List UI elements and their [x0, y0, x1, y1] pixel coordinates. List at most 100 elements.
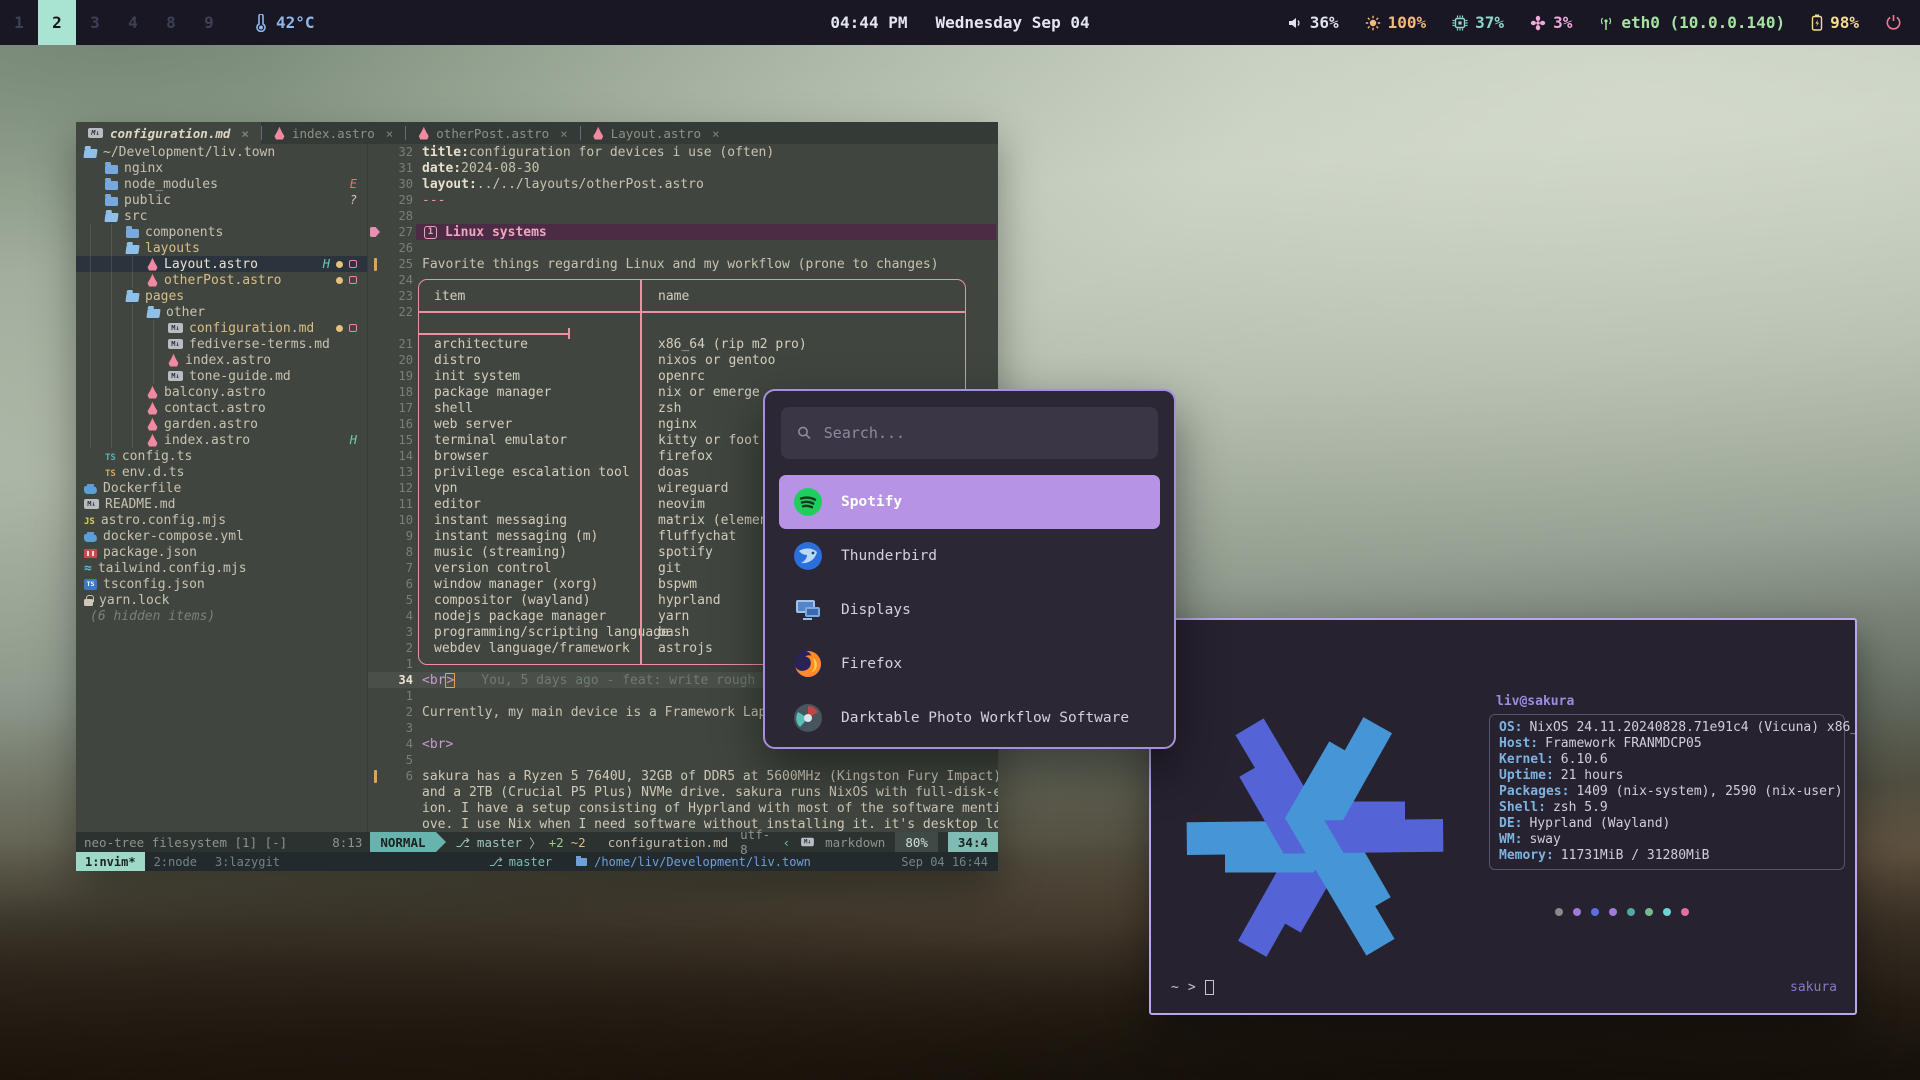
buffer-line[interactable]: 30layout: ../../layouts/otherPost.astro [368, 176, 998, 192]
buffer-line[interactable]: ion. I have a setup consisting of Hyprla… [368, 800, 998, 816]
workspace-8[interactable]: 8 [152, 0, 190, 45]
tab-close-icon[interactable]: × [241, 126, 249, 141]
tree-item-env.d.ts[interactable]: env.d.ts [76, 464, 367, 480]
tab-close-icon[interactable]: × [560, 126, 568, 141]
fetch-line: Host:Framework FRANMDCP05 [1499, 736, 1835, 752]
launcher-item-spotify[interactable]: Spotify [779, 475, 1160, 529]
tree-item-node-modules[interactable]: node_modulesE [76, 176, 367, 192]
workspace-9[interactable]: 9 [190, 0, 228, 45]
buffer-line[interactable]: 28 [368, 208, 998, 224]
tree-item-pages[interactable]: pages [76, 288, 367, 304]
astro-icon [147, 386, 158, 399]
launcher-search[interactable] [781, 407, 1158, 459]
tree-item-README.md[interactable]: README.md [76, 496, 367, 512]
indent-guide [90, 288, 105, 304]
search-input[interactable] [824, 424, 1142, 442]
tab-otherPost.astro[interactable]: otherPost.astro× [406, 122, 579, 144]
gpu-module[interactable]: 3% [1530, 13, 1572, 32]
tab-Layout.astro[interactable]: Layout.astro× [581, 122, 732, 144]
tree-item-index.astro[interactable]: index.astro [76, 352, 367, 368]
buffer-line[interactable]: 20distronixos or gentoo [368, 352, 998, 368]
tree-item-otherPost.astro[interactable]: otherPost.astro [76, 272, 367, 288]
tree-item-config.ts[interactable]: config.ts [76, 448, 367, 464]
tree-item-tone-guide.md[interactable]: tone-guide.md [76, 368, 367, 384]
tree-item-balcony.astro[interactable]: balcony.astro [76, 384, 367, 400]
buffer-line[interactable]: 29--- [368, 192, 998, 208]
buffer-line[interactable]: ove. I use Nix when I need software with… [368, 816, 998, 832]
indent-guide [132, 368, 147, 384]
workspace-1[interactable]: 1 [0, 0, 38, 45]
power-button[interactable] [1885, 14, 1902, 31]
shell-prompt[interactable]: ~ > [1171, 980, 1214, 995]
tree-item-public[interactable]: public? [76, 192, 367, 208]
tree-item-tsconfig.json[interactable]: tsconfig.json [76, 576, 367, 592]
buffer-line[interactable]: 19init systemopenrc [368, 368, 998, 384]
buffer-line[interactable]: 5 [368, 752, 998, 768]
buffer-line[interactable]: 32title: configuration for devices i use… [368, 144, 998, 160]
network-module[interactable]: eth0 (10.0.0.140) [1598, 13, 1785, 32]
tree-item-index.astro[interactable]: index.astroH [76, 432, 367, 448]
buffer-line[interactable]: 25Favorite things regarding Linux and my… [368, 256, 998, 272]
tree-item-configuration.md[interactable]: configuration.md [76, 320, 367, 336]
buffer-line[interactable]: 26 [368, 240, 998, 256]
tree-item-contact.astro[interactable]: contact.astro [76, 400, 367, 416]
indent-guide [111, 240, 126, 256]
tree-item-garden.astro[interactable]: garden.astro [76, 416, 367, 432]
volume-module[interactable]: 36% [1287, 13, 1339, 32]
tree-item-astro.config.mjs[interactable]: astro.config.mjs [76, 512, 367, 528]
tree-item-Layout.astro[interactable]: Layout.astroH [76, 256, 367, 272]
tmux-window-1:nvim*[interactable]: 1:nvim* [76, 852, 145, 871]
tree-item-fediverse-terms.md[interactable]: fediverse-terms.md [76, 336, 367, 352]
buffer-line[interactable]: 6sakura has a Ryzen 5 7640U, 32GB of DDR… [368, 768, 998, 784]
workspace-2[interactable]: 2 [38, 0, 76, 45]
modified-dot-icon [336, 277, 343, 284]
tab-configuration.md[interactable]: configuration.md× [76, 122, 261, 144]
tree-item--6-hidden-items-[interactable]: (6 hidden items) [76, 608, 367, 624]
tree-item-docker-compose.yml[interactable]: docker-compose.yml [76, 528, 367, 544]
tab-index.astro[interactable]: index.astro× [262, 122, 405, 144]
workspace-4[interactable]: 4 [114, 0, 152, 45]
launcher-item-darktable[interactable]: Darktable Photo Workflow Software [779, 691, 1160, 745]
palette-dot [1627, 908, 1635, 916]
line-text [422, 240, 998, 256]
cpu-module[interactable]: 37% [1452, 13, 1504, 32]
tree-item-src[interactable]: src [76, 208, 367, 224]
buffer-line[interactable]: 31date: 2024-08-30 [368, 160, 998, 176]
buffer-line[interactable]: 22 [368, 304, 998, 320]
md-icon [168, 339, 183, 349]
tree-item-yarn.lock[interactable]: yarn.lock [76, 592, 367, 608]
tree-item-tailwind.config.mjs[interactable]: tailwind.config.mjs [76, 560, 367, 576]
tree-item-nginx[interactable]: nginx [76, 160, 367, 176]
workspace-3[interactable]: 3 [76, 0, 114, 45]
temperature-module[interactable]: 42°C [254, 13, 315, 32]
tab-close-icon[interactable]: × [386, 126, 394, 141]
tmux-window-2:node[interactable]: 2:node [145, 852, 206, 871]
launcher-item-thunderbird[interactable]: Thunderbird [779, 529, 1160, 583]
clock-module[interactable]: 04:44 PM Wednesday Sep 04 [830, 13, 1089, 32]
buffer-line[interactable]: 23itemname [368, 288, 998, 304]
marker-H: H [350, 433, 357, 447]
tree-item-layouts[interactable]: layouts [76, 240, 367, 256]
battery-module[interactable]: 98% [1811, 13, 1859, 32]
tree-item--Development-liv.town[interactable]: ~/Development/liv.town [76, 144, 367, 160]
tree-item-other[interactable]: other [76, 304, 367, 320]
terminal-cursor [1205, 980, 1214, 995]
indent-guide [153, 352, 168, 368]
tree-item-Dockerfile[interactable]: Dockerfile [76, 480, 367, 496]
launcher-item-displays[interactable]: Displays [779, 583, 1160, 637]
buffer-line[interactable]: and a 2TB (Crucial P5 Plus) NVMe drive. … [368, 784, 998, 800]
buffer-line[interactable] [368, 320, 998, 336]
line-number: 12 [382, 481, 422, 495]
tab-close-icon[interactable]: × [712, 126, 720, 141]
buffer-line[interactable]: 24 [368, 272, 998, 288]
tree-item-package.json[interactable]: package.json [76, 544, 367, 560]
buffer-line[interactable]: 21architecturex86_64 (rip m2 pro) [368, 336, 998, 352]
line-text [422, 208, 998, 224]
tree-item-components[interactable]: components [76, 224, 367, 240]
terminal-window[interactable]: liv@sakura OS:NixOS 24.11.20240828.71e91… [1149, 618, 1857, 1015]
tmux-window-3:lazygit[interactable]: 3:lazygit [206, 852, 289, 871]
brightness-module[interactable]: 100% [1365, 13, 1427, 32]
line-text: init systemopenrc [422, 368, 998, 384]
buffer-line[interactable]: 271Linux systems [368, 224, 998, 240]
launcher-item-firefox[interactable]: Firefox [779, 637, 1160, 691]
